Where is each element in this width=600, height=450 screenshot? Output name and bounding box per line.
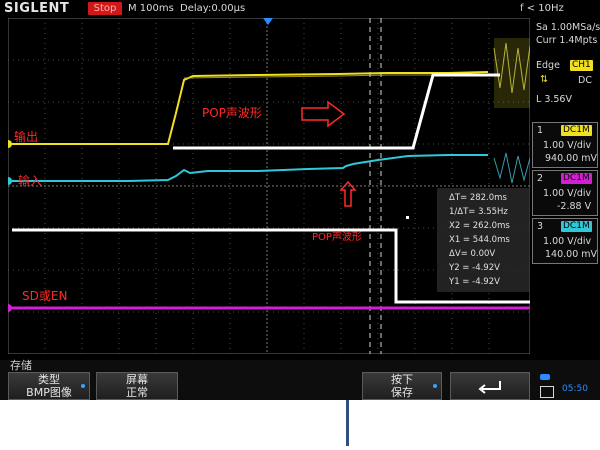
press-save-line2: 保存 <box>391 386 413 399</box>
meas-x1: X1 = 544.0ms <box>449 235 510 245</box>
memory-depth: Curr 1.4Mpts <box>536 35 598 46</box>
channel-2-panel[interactable]: 2 DC1M 1.00 V/div -2.88 V <box>532 170 598 216</box>
channel-3-scale: 1.00 V/div <box>543 236 592 247</box>
meas-y1: Y1 = -4.92V <box>449 277 500 287</box>
trigger-slope-icon: ⇅ <box>540 74 548 85</box>
meas-x2: X2 = 262.0ms <box>449 221 510 231</box>
channel-1-scale: 1.00 V/div <box>543 140 592 151</box>
frequency-value: < 10Hz <box>526 3 564 14</box>
return-softkey[interactable] <box>450 372 530 400</box>
waveform-canvas <box>4 17 531 355</box>
softkey-indicator-icon <box>81 384 85 388</box>
meas-delta-t: ΔT= 282.0ms <box>449 193 507 203</box>
channel-1-number: 1 <box>537 125 544 136</box>
channel-3-offset: 140.00 mV <box>545 249 598 260</box>
trigger-frequency: f < 10Hz <box>520 3 564 14</box>
right-info-panel: Sa 1.00MSa/s Curr 1.4Mpts Edge CH1 ⇅ DC … <box>530 18 600 358</box>
type-softkey-line1: 类型 <box>38 373 60 386</box>
screen-softkey[interactable]: 屏幕 正常 <box>96 372 178 400</box>
trigger-source-badge[interactable]: CH1 <box>570 60 593 71</box>
channel-3-panel[interactable]: 3 DC1M 1.00 V/div 140.00 mV <box>532 218 598 264</box>
channel-1-coupling: DC1M <box>561 125 592 136</box>
trigger-type[interactable]: Edge <box>536 60 560 71</box>
channel-2-scale: 1.00 V/div <box>543 188 592 199</box>
channel-2-coupling: DC1M <box>561 173 592 184</box>
oscilloscope-screen: SIGLENT Stop M 100ms Delay:0.00μs f < 10… <box>0 0 600 400</box>
waveform-grid[interactable] <box>4 17 531 355</box>
pointer-line <box>346 400 349 446</box>
status-time: 05:50 <box>562 384 588 394</box>
press-save-softkey[interactable]: 按下 保存 <box>362 372 442 400</box>
pop-label-mid: POP声波形 <box>312 232 362 243</box>
meas-inv-delta-t: 1/ΔT= 3.55Hz <box>449 207 508 217</box>
trigger-coupling[interactable]: DC <box>578 75 592 86</box>
screen-softkey-line1: 屏幕 <box>126 373 148 386</box>
brand-logo: SIGLENT <box>4 1 70 16</box>
press-save-line1: 按下 <box>391 373 413 386</box>
menu-title: 存储 <box>10 359 32 372</box>
type-softkey[interactable]: 类型 BMP图像 <box>8 372 90 400</box>
softkey-menu-bar: 存储 类型 BMP图像 屏幕 正常 按下 保存 05:50 <box>0 359 600 400</box>
timebase-readout[interactable]: M 100ms <box>128 3 174 14</box>
meas-delta-v: ΔV= 0.00V <box>449 249 496 259</box>
screen-softkey-line2: 正常 <box>126 386 148 399</box>
delay-readout[interactable]: Delay:0.00μs <box>180 3 245 14</box>
frequency-symbol: f <box>520 3 524 14</box>
channel-1-offset: 940.00 mV <box>545 153 598 164</box>
meas-y2: Y2 = -4.92V <box>449 263 500 273</box>
return-arrow-icon <box>478 381 501 394</box>
sample-rate: Sa 1.00MSa/s <box>536 22 600 33</box>
cursor-measurement-panel: ΔT= 282.0ms 1/ΔT= 3.55Hz X2 = 262.0ms X1… <box>437 188 529 292</box>
input-label: 输入 <box>18 174 43 188</box>
run-stop-indicator[interactable]: Stop <box>88 2 122 15</box>
network-icon <box>540 386 554 398</box>
cursor-dot <box>406 216 409 219</box>
status-area: 05:50 <box>536 372 600 400</box>
top-status-bar: SIGLENT Stop M 100ms Delay:0.00μs f < 10… <box>0 0 600 18</box>
softkey-indicator-icon <box>433 384 437 388</box>
channel-2-number: 2 <box>537 173 544 184</box>
output-label: 输出 <box>14 130 39 144</box>
pop-label-top: POP声波形 <box>202 106 262 120</box>
sd-label: SD或EN <box>22 289 68 303</box>
channel-2-offset: -2.88 V <box>557 201 592 212</box>
channel-3-number: 3 <box>537 221 544 232</box>
type-softkey-line2: BMP图像 <box>26 386 72 399</box>
trigger-level[interactable]: L 3.56V <box>536 94 572 105</box>
channel-1-panel[interactable]: 1 DC1M 1.00 V/div 940.00 mV <box>532 122 598 168</box>
usb-icon <box>540 374 550 380</box>
channel-3-coupling: DC1M <box>561 221 592 232</box>
